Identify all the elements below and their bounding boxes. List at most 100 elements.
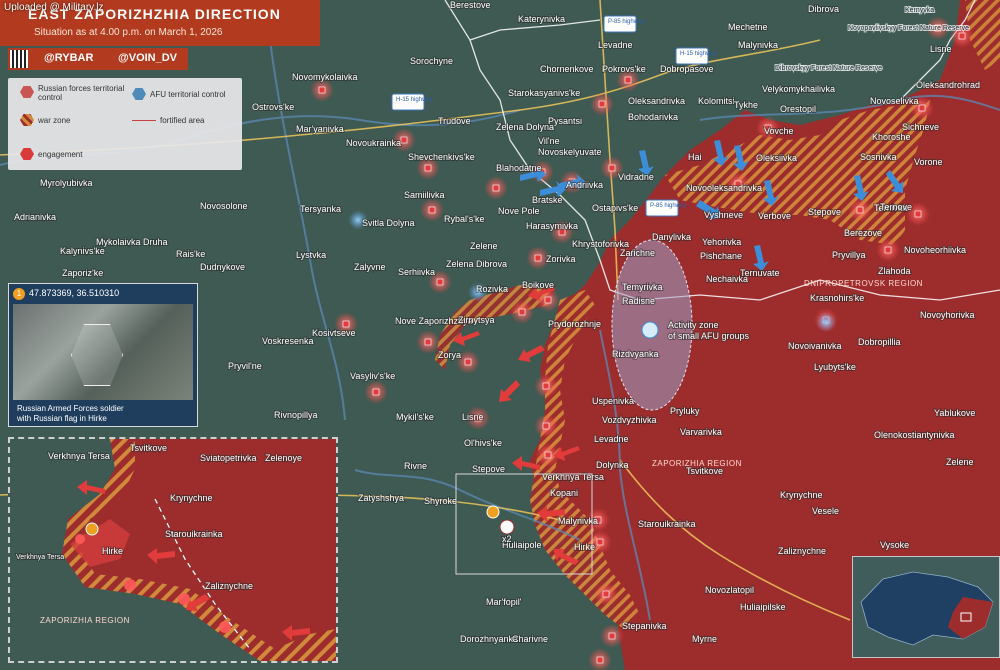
settlement-label: Pokrovs'ke [602, 64, 646, 74]
settlement-label: Pryvil'ne [228, 361, 262, 371]
settlement-label: Sichneve [902, 122, 939, 132]
settlement-label: Lisne [930, 44, 952, 54]
inset-label-krynychne: Krynychne [170, 493, 213, 503]
settlement-label: Rivne [404, 461, 427, 471]
settlement-label: Orestopil [780, 104, 816, 114]
settlement-label: Vysoke [880, 540, 909, 550]
settlement-label: Myrne [692, 634, 717, 644]
settlement-label: Rybal's'ke [444, 214, 484, 224]
settlement-label: Novoheorhiivka [904, 245, 966, 255]
engagement-icon [598, 100, 606, 108]
engagement-icon [596, 538, 604, 546]
photo-badge: 1 [13, 288, 25, 300]
settlement-label: Vovche [764, 126, 794, 136]
photo-coordinates: 47.873369, 36.510310 [29, 288, 120, 298]
settlement-label: Levadne [594, 434, 629, 444]
settlement-label: Mykolaivka Druha [96, 237, 168, 247]
engagement-icon [544, 296, 552, 304]
inset-canvas: Verkhnya Tersa Tsvitkove Sviatopetrivka … [10, 439, 336, 661]
settlement-label: Kalynivs'ke [60, 246, 105, 256]
settlement-label: Varvarivka [680, 427, 722, 437]
engagement-icon [856, 206, 864, 214]
activity-zone-icon [641, 321, 659, 339]
settlement-label: Rozivka [476, 284, 508, 294]
inset-label-starouikrainka: Starouikrainka [165, 529, 223, 539]
settlement-label: Starouikrainka [638, 519, 696, 529]
settlement-label: Oleksiivka [756, 153, 797, 163]
settlement-label: Pishchane [700, 251, 742, 261]
settlement-label: Pryluky [670, 406, 700, 416]
engagement-icon [492, 184, 500, 192]
engagement-icon [542, 382, 550, 390]
settlement-label: Krasnohirs'ke [810, 293, 864, 303]
settlement-label: Katerynivka [518, 14, 565, 24]
engagement-icon [400, 136, 408, 144]
settlement-label: Velykomykhailivka [762, 84, 835, 94]
social-rybar[interactable]: @RYBAR [44, 52, 93, 64]
forest-label-kernyvka: Kernyvka [905, 7, 934, 14]
settlement-label: Starokasyanivs'ke [508, 88, 580, 98]
legend-afu: AFU territorial control [150, 90, 226, 99]
afu-glow [816, 312, 836, 332]
inset-label-tsvitkove: Tsvitkove [130, 443, 167, 453]
engagement-icon [914, 210, 922, 218]
settlement-label: Verbove [758, 211, 791, 221]
engagement-icon [428, 206, 436, 214]
settlement-label: Ternuvate [740, 268, 780, 278]
settlement-label: Pryvillya [832, 250, 866, 260]
settlement-label: Zelena Dolyna [496, 122, 554, 132]
map-subtitle: Situation as at 4.00 p.m. on March 1, 20… [34, 27, 223, 38]
highway-label-h15-e: H-15 highway [680, 51, 717, 57]
engagement-icon [518, 308, 526, 316]
fortified-line-icon [132, 120, 156, 121]
legend-war-zone: war zone [38, 116, 71, 125]
settlement-label: Samiilivka [404, 190, 445, 200]
settlement-label: Ol'hivs'ke [464, 438, 502, 448]
settlement-label: Zelene [470, 241, 498, 251]
engagement-icon [884, 246, 892, 254]
settlement-label: Kosivtseve [312, 328, 356, 338]
settlement-label: Zaliznychne [778, 546, 826, 556]
inset-label-hirke: Hirke [102, 546, 123, 556]
settlement-label: Stepanivka [622, 621, 667, 631]
social-voin[interactable]: @VOIN_DV [118, 52, 177, 64]
settlement-label: Novomykolaivka [292, 72, 358, 82]
settlement-label: Zarichne [620, 248, 655, 258]
settlement-label: Mykil's'ke [396, 412, 434, 422]
settlement-label: Oleksandrohrad [916, 80, 980, 90]
legend: Russian forces territorial control AFU t… [8, 78, 242, 170]
settlement-label: Berestove [450, 0, 491, 10]
engagement-icon [608, 632, 616, 640]
engagement-icon [958, 32, 966, 40]
inset-label-verkhnya-tersa-river: Verkhnya Tersa [16, 554, 64, 561]
settlement-label: Dibrova [808, 4, 839, 14]
settlement-label: Dudnykove [200, 262, 245, 272]
settlement-label: Danylivka [652, 232, 691, 242]
settlement-label: Olenokostiantynivka [874, 430, 955, 440]
photo-caption-1: Russian Armed Forces soldier [17, 404, 124, 413]
inset-region-label: ZAPORIZHIA REGION [40, 616, 130, 625]
engagement-icon [544, 451, 552, 459]
settlement-label: Malynivka [738, 40, 778, 50]
settlement-label: Zelene [946, 457, 974, 467]
settlement-label: Serhiivka [398, 267, 435, 277]
settlement-label: Kopani [550, 488, 578, 498]
social-bar: @RYBAR @VOIN_DV [8, 48, 188, 70]
settlement-label: Sosnivka [860, 152, 897, 162]
legend-fortified: fortified area [160, 116, 205, 125]
engagement-icon [608, 164, 616, 172]
region-label-dnipro: DNIPROPETROVSK REGION [804, 279, 923, 288]
engagement-icon [596, 656, 604, 664]
settlement-label: Yehorivka [702, 237, 741, 247]
highway-label-p85-n: P-85 highway [608, 19, 644, 25]
settlement-label: Vozdvyzhivka [602, 415, 657, 425]
engagement-icon [318, 86, 326, 94]
settlement-label: Voskresenka [262, 336, 314, 346]
activity-zone-label-1: Activity zone [668, 320, 719, 330]
settlement-label: Andriivka [566, 180, 603, 190]
settlement-label: Svitla Dolyna [362, 218, 415, 228]
settlement-label: Zelena Dibrova [446, 259, 507, 269]
settlement-label: Zaporiz'ke [62, 268, 103, 278]
settlement-label: Dorozhnyanka [460, 634, 518, 644]
settlement-label: Berezove [844, 228, 882, 238]
